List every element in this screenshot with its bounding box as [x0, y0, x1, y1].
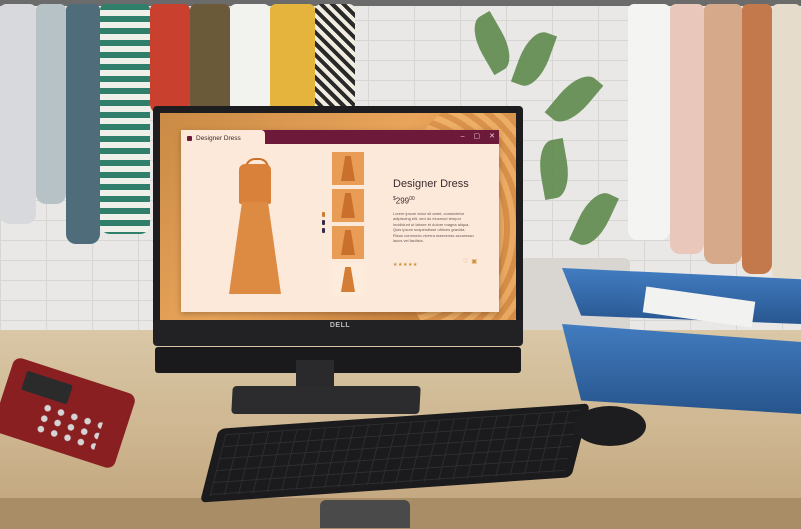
cart-icon[interactable]: ▣ [471, 258, 477, 265]
thumbnail-4[interactable] [332, 263, 364, 296]
garment [0, 4, 36, 224]
garment [100, 4, 150, 234]
dress-skirt [229, 202, 281, 294]
garment [670, 4, 704, 254]
garment [270, 4, 315, 114]
tray-layer [562, 324, 801, 414]
terminal-keypad [32, 400, 104, 453]
garment [628, 4, 670, 240]
scroll-dot[interactable] [322, 212, 325, 217]
document-tray [562, 268, 801, 418]
product-price: $29900 [393, 196, 415, 206]
monitor-brand-logo: DELL [329, 322, 351, 329]
price-whole: 299 [395, 196, 410, 206]
scroll-dot[interactable] [322, 220, 325, 225]
scene: DELL Designer Dress – ▢ ✕ Designer Dress… [0, 0, 801, 529]
window-title: Designer Dress [196, 134, 241, 142]
product-title: Designer Dress [393, 178, 469, 190]
garment [230, 4, 270, 114]
terminal-screen [21, 370, 73, 405]
garment [66, 4, 100, 244]
thumbnail-2[interactable] [332, 189, 364, 222]
shopping-bag-icon [187, 135, 192, 141]
garment [772, 4, 801, 284]
garment [315, 4, 355, 114]
gallery-scroll-indicator[interactable] [322, 212, 325, 233]
price-cents: 00 [409, 196, 415, 202]
product-rating: ★★★★★ [393, 262, 418, 268]
garment [36, 4, 66, 204]
desk-bracket [320, 500, 410, 528]
thumbnail-1[interactable] [332, 152, 364, 185]
app-window: Designer Dress – ▢ ✕ Designer Dress $299… [181, 130, 499, 312]
window-controls: – ▢ ✕ [461, 131, 495, 143]
garment [742, 4, 772, 274]
mouse [574, 406, 646, 446]
close-button[interactable]: ✕ [489, 131, 495, 143]
scroll-dot[interactable] [322, 228, 325, 233]
garment [704, 4, 742, 264]
monitor-soundbar [155, 347, 521, 373]
wishlist-icon[interactable]: ♡ [463, 258, 468, 265]
product-actions: ♡ ▣ [463, 258, 477, 265]
thumbnail-3[interactable] [332, 226, 364, 259]
garment [150, 4, 190, 114]
thumbnail-list [332, 152, 364, 296]
dress-bodice [239, 164, 271, 204]
minimize-button[interactable]: – [461, 131, 465, 143]
window-tab[interactable]: Designer Dress [181, 130, 265, 146]
monitor-stand-neck [296, 360, 334, 388]
product-description: Lorem ipsum dolor sit amet, consectetur … [393, 211, 474, 244]
maximize-button[interactable]: ▢ [474, 131, 481, 143]
monitor-stand-base [231, 386, 421, 414]
product-main-image[interactable] [225, 158, 285, 298]
